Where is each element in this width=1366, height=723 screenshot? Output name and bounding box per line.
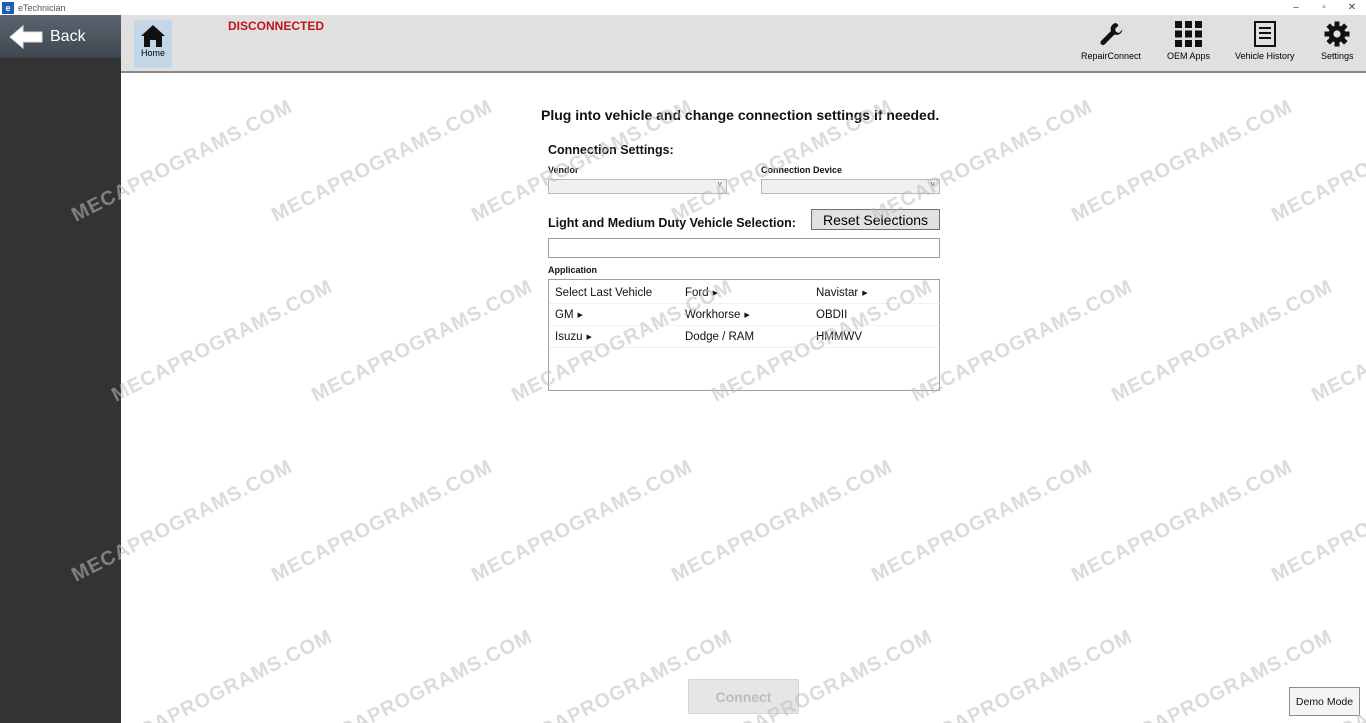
back-arrow-icon	[9, 24, 43, 49]
minimize-button[interactable]: –	[1282, 0, 1310, 15]
document-icon	[1253, 21, 1276, 47]
gear-icon	[1324, 21, 1350, 47]
app-logo-icon: e	[2, 1, 14, 14]
chevron-down-icon: ˅	[930, 180, 935, 189]
connection-device-label: Connection Device	[761, 165, 843, 175]
settings-label: Settings	[1321, 51, 1354, 61]
back-label: Back	[50, 27, 86, 45]
application-item-label: OBDII	[816, 308, 848, 321]
connection-device-select[interactable]: ˅	[761, 179, 940, 194]
caret-right-icon: ▶	[586, 333, 592, 341]
demo-mode-button[interactable]: Demo Mode	[1289, 687, 1360, 716]
application-item-label: GM	[555, 308, 574, 321]
home-label: Home	[140, 48, 165, 58]
close-button[interactable]: ✕	[1338, 0, 1366, 15]
vehicle-selection-field[interactable]	[548, 238, 940, 258]
home-button[interactable]: Home	[134, 20, 172, 68]
top-toolbar: Home DISCONNECTED RepairConnect OEM Apps…	[121, 15, 1366, 73]
application-item-select-last-vehicle[interactable]: Select Last Vehicle	[549, 282, 679, 304]
oem-apps-button[interactable]: OEM Apps	[1167, 21, 1210, 61]
repairconnect-button[interactable]: RepairConnect	[1081, 21, 1141, 61]
application-item-navistar[interactable]: Navistar ▶	[810, 282, 940, 304]
caret-right-icon: ▶	[862, 289, 868, 297]
grid-icon	[1175, 21, 1203, 47]
window-titlebar: e eTechnician – ▫ ✕	[0, 0, 1366, 15]
application-item-obdii[interactable]: OBDII	[810, 304, 940, 326]
back-button[interactable]: Back	[0, 15, 121, 58]
home-icon	[141, 25, 165, 47]
application-item-label: Ford	[685, 286, 709, 299]
connection-settings-heading: Connection Settings:	[548, 143, 674, 157]
main-panel: Plug into vehicle and change connection …	[121, 75, 1366, 723]
page-headline: Plug into vehicle and change connection …	[541, 107, 940, 123]
application-item-isuzu[interactable]: Isuzu ▶	[549, 326, 679, 348]
caret-right-icon: ▶	[712, 289, 719, 297]
application-item-label: Workhorse	[685, 308, 741, 321]
application-list: Select Last Vehicle Ford ▶ Navistar ▶ GM ▶ …	[548, 279, 940, 391]
settings-button[interactable]: Settings	[1321, 21, 1354, 61]
window-title: eTechnician	[18, 2, 66, 13]
vendor-label: Vendor	[548, 165, 579, 175]
chevron-down-icon: ˅	[717, 180, 722, 189]
application-item-label: Isuzu	[555, 330, 583, 343]
application-item-hmmwv[interactable]: HMMWV	[810, 326, 940, 348]
application-item-gm[interactable]: GM ▶	[549, 304, 679, 326]
wrench-icon	[1100, 23, 1123, 46]
application-label: Application	[548, 265, 597, 275]
reset-selections-button[interactable]: Reset Selections	[811, 209, 940, 230]
caret-right-icon: ▶	[744, 311, 750, 319]
vendor-select[interactable]: ˅	[548, 179, 727, 194]
application-item-dodge-ram[interactable]: Dodge / RAM	[679, 326, 809, 348]
application-item-ford[interactable]: Ford ▶	[679, 282, 809, 304]
caret-right-icon: ▶	[577, 311, 583, 319]
connect-button[interactable]: Connect	[688, 679, 799, 714]
window-controls: – ▫ ✕	[1282, 0, 1366, 15]
application-item-label: Select Last Vehicle	[555, 286, 653, 299]
vehicle-history-button[interactable]: Vehicle History	[1235, 21, 1295, 61]
oem-apps-label: OEM Apps	[1167, 51, 1211, 61]
sidebar: Back	[0, 15, 121, 723]
application-item-label: Dodge / RAM	[685, 330, 755, 343]
application-item-label: HMMWV	[816, 330, 862, 343]
vehicle-selection-heading: Light and Medium Duty Vehicle Selection:	[548, 216, 796, 230]
maximize-button[interactable]: ▫	[1310, 0, 1338, 15]
application-item-label: Navistar	[816, 286, 859, 299]
connection-status: DISCONNECTED	[228, 19, 325, 33]
application-item-workhorse[interactable]: Workhorse ▶	[679, 304, 809, 326]
repairconnect-label: RepairConnect	[1081, 51, 1142, 61]
vehicle-history-label: Vehicle History	[1235, 51, 1295, 61]
